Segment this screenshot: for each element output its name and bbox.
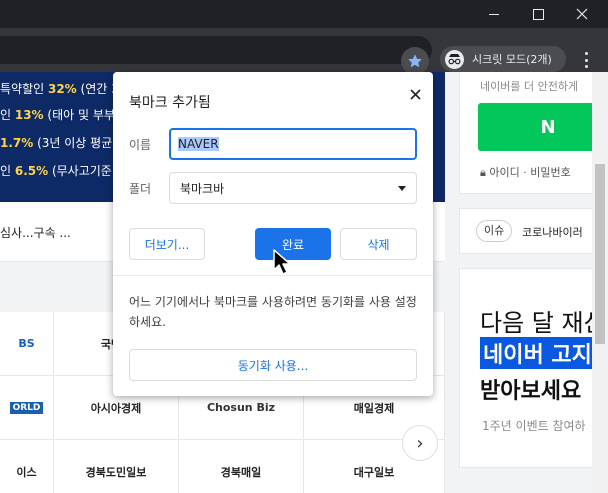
maximize-button[interactable] bbox=[516, 0, 560, 28]
scroll-thumb[interactable] bbox=[595, 164, 605, 344]
dialog-close-button[interactable] bbox=[403, 82, 427, 106]
promo-line: 네이버 고지 bbox=[480, 337, 595, 369]
issue-badge: 이슈 bbox=[476, 220, 513, 242]
folder-label: 폴더 bbox=[129, 182, 152, 196]
more-button[interactable]: 더보기... bbox=[129, 228, 205, 260]
sync-promo-text: 어느 기기에서나 북마크를 사용하려면 동기화를 사용 설정하세요. bbox=[129, 295, 417, 329]
close-window-button[interactable] bbox=[560, 0, 604, 28]
dialog-title: 북마크 추가됨 bbox=[129, 95, 211, 111]
promo-line: 1주년 이벤트 참여하 bbox=[482, 419, 586, 433]
login-box: 네이버를 더 안전하게 N 🔒︎ 아이디 · 비밀번호 bbox=[459, 72, 608, 194]
bookmark-added-dialog: 북마크 추가됨 이름 폴더 북마크바 더보기... 완료 삭제 어느 기기에서나… bbox=[113, 72, 433, 396]
incognito-indicator[interactable]: 시크릿 모드(2개) bbox=[440, 46, 566, 72]
close-icon bbox=[576, 8, 588, 20]
naver-login-button[interactable]: N bbox=[478, 103, 608, 151]
chevron-down-icon bbox=[398, 185, 406, 191]
page-scrollbar[interactable] bbox=[592, 72, 608, 493]
issue-box[interactable]: 이슈 코로나바이러 bbox=[459, 208, 608, 254]
dot-icon bbox=[584, 65, 588, 68]
ad-line: 인 6.5% (무사고기준) bbox=[0, 164, 117, 178]
ad-line: 인 13% (태아 및 부부/ bbox=[0, 108, 119, 122]
press-logo[interactable]: 이스 bbox=[0, 440, 54, 493]
issue-text: 코로나바이러 bbox=[522, 226, 583, 239]
lock-icon: 🔒︎ bbox=[480, 166, 486, 179]
news-headline[interactable]: 심사...구속 ... bbox=[0, 224, 71, 241]
more-menu-button[interactable] bbox=[578, 49, 594, 71]
promo-line: 받아보세요 bbox=[480, 379, 582, 404]
bookmark-star-button[interactable] bbox=[401, 47, 429, 75]
folder-select[interactable]: 북마크바 bbox=[169, 172, 417, 204]
title-bar bbox=[0, 0, 608, 28]
press-logo[interactable]: ORLD bbox=[0, 376, 54, 440]
promo-banner[interactable]: 다음 달 재산 네이버 고지 받아보세요 1주년 이벤트 참여하 bbox=[459, 268, 608, 468]
incognito-icon bbox=[445, 49, 464, 69]
promo-line: 다음 달 재산 bbox=[480, 309, 606, 337]
dot-icon bbox=[584, 52, 588, 55]
incognito-label: 시크릿 모드(2개) bbox=[472, 53, 552, 66]
ad-line: 특약할인 32% (연간 3만 bbox=[0, 82, 130, 96]
dot-icon bbox=[584, 58, 588, 62]
bookmark-name-input[interactable] bbox=[169, 128, 417, 160]
mouse-cursor-icon bbox=[273, 249, 291, 275]
address-bar[interactable] bbox=[0, 36, 432, 64]
close-icon bbox=[409, 88, 421, 100]
remove-button[interactable]: 삭제 bbox=[340, 228, 417, 260]
name-label: 이름 bbox=[129, 138, 152, 152]
minimize-button[interactable] bbox=[472, 0, 516, 28]
press-next-button[interactable]: › bbox=[402, 425, 438, 461]
folder-select-value: 북마크바 bbox=[180, 181, 225, 196]
ad-line: 1.7% (3년 이상 평균) bbox=[0, 136, 117, 150]
enable-sync-button[interactable]: 동기화 사용... bbox=[129, 349, 417, 381]
press-logo[interactable]: 경북매일 bbox=[179, 440, 304, 493]
login-links[interactable]: 🔒︎ 아이디 · 비밀번호 bbox=[480, 164, 571, 180]
press-logo[interactable]: 경북도민일보 bbox=[54, 440, 179, 493]
login-message: 네이버를 더 안전하게 bbox=[480, 80, 579, 93]
press-logo[interactable]: BS bbox=[0, 312, 54, 376]
star-icon bbox=[408, 54, 422, 68]
